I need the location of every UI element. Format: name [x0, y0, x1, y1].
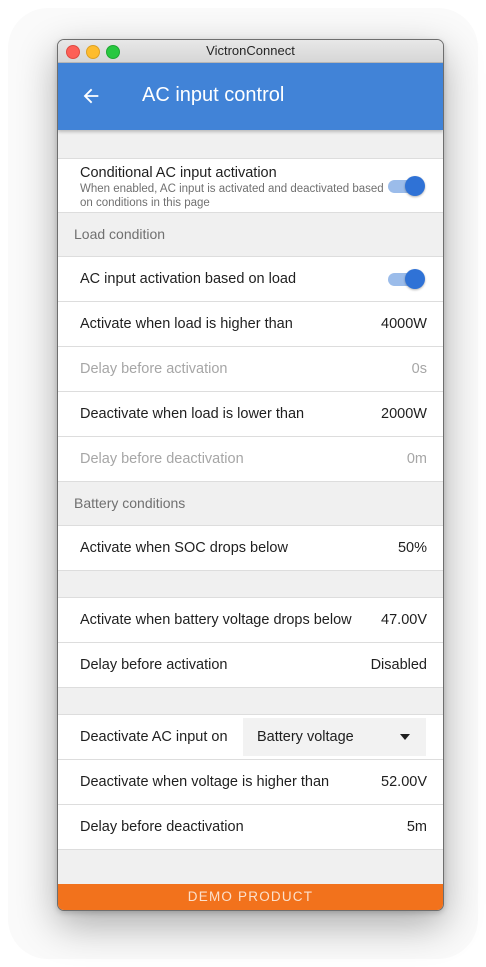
- back-arrow-icon[interactable]: [80, 85, 102, 107]
- page-title: AC input control: [142, 84, 285, 106]
- demo-product-banner: DEMO PRODUCT: [58, 884, 443, 910]
- deactivate-load-lower-value: 2000W: [381, 406, 427, 422]
- load-delay-deactivation-label: Delay before deactivation: [80, 451, 244, 467]
- section-spacer: [58, 130, 443, 159]
- deactivate-voltage-higher-row[interactable]: Deactivate when voltage is higher than 5…: [58, 760, 443, 805]
- soc-activation-row[interactable]: Activate when SOC drops below 50%: [58, 526, 443, 571]
- conditional-activation-description: When enabled, AC input is activated and …: [80, 183, 384, 209]
- window-titlebar[interactable]: VictronConnect: [58, 40, 443, 63]
- voltage-activation-value: 47.00V: [381, 612, 427, 628]
- deactivate-on-selected-value: Battery voltage: [257, 729, 354, 745]
- load-delay-activation-row: Delay before activation 0s: [58, 347, 443, 392]
- load-activation-toggle[interactable]: [385, 269, 425, 289]
- soc-activation-value: 50%: [397, 540, 427, 556]
- battery-delay-activation-value: Disabled: [370, 657, 427, 673]
- deactivate-load-lower-row[interactable]: Deactivate when load is lower than 2000W: [58, 392, 443, 437]
- section-spacer: [58, 688, 443, 715]
- battery-delay-deactivation-row[interactable]: Delay before deactivation 5m: [58, 805, 443, 850]
- activate-load-higher-value: 4000W: [381, 316, 427, 332]
- voltage-activation-label: Activate when battery voltage drops belo…: [80, 612, 352, 628]
- load-delay-activation-label: Delay before activation: [80, 361, 228, 377]
- conditional-activation-title: Conditional AC input activation: [80, 165, 277, 181]
- deactivate-voltage-higher-value: 52.00V: [381, 774, 427, 790]
- settings-list: Conditional AC input activation When ena…: [58, 130, 443, 890]
- conditional-activation-row[interactable]: Conditional AC input activation When ena…: [58, 159, 443, 213]
- window-title: VictronConnect: [206, 43, 295, 58]
- dropdown-caret-icon: [400, 734, 410, 740]
- section-spacer: [58, 571, 443, 598]
- activate-load-higher-row[interactable]: Activate when load is higher than 4000W: [58, 302, 443, 347]
- load-activation-label: AC input activation based on load: [80, 271, 297, 287]
- deactivate-on-row: Deactivate AC input on Battery voltage: [58, 715, 443, 760]
- deactivate-on-select[interactable]: Battery voltage: [243, 718, 426, 756]
- soc-activation-label: Activate when SOC drops below: [80, 540, 288, 556]
- app-bar: AC input control: [58, 63, 443, 130]
- load-delay-deactivation-row: Delay before deactivation 0m: [58, 437, 443, 482]
- battery-delay-activation-label: Delay before activation: [80, 657, 228, 673]
- battery-delay-activation-row[interactable]: Delay before activation Disabled: [58, 643, 443, 688]
- app-window: VictronConnect AC input control Conditio…: [57, 39, 444, 911]
- battery-delay-deactivation-label: Delay before deactivation: [80, 819, 244, 835]
- battery-delay-deactivation-value: 5m: [406, 819, 427, 835]
- load-activation-row[interactable]: AC input activation based on load: [58, 257, 443, 302]
- conditional-activation-toggle[interactable]: [385, 176, 425, 196]
- deactivate-load-lower-label: Deactivate when load is lower than: [80, 406, 305, 422]
- load-condition-header: Load condition: [58, 213, 443, 257]
- activate-load-higher-label: Activate when load is higher than: [80, 316, 293, 332]
- load-delay-deactivation-value: 0m: [406, 451, 427, 467]
- voltage-activation-row[interactable]: Activate when battery voltage drops belo…: [58, 598, 443, 643]
- load-delay-activation-value: 0s: [411, 361, 427, 377]
- deactivate-voltage-higher-label: Deactivate when voltage is higher than: [80, 774, 330, 790]
- battery-conditions-header: Battery conditions: [58, 482, 443, 526]
